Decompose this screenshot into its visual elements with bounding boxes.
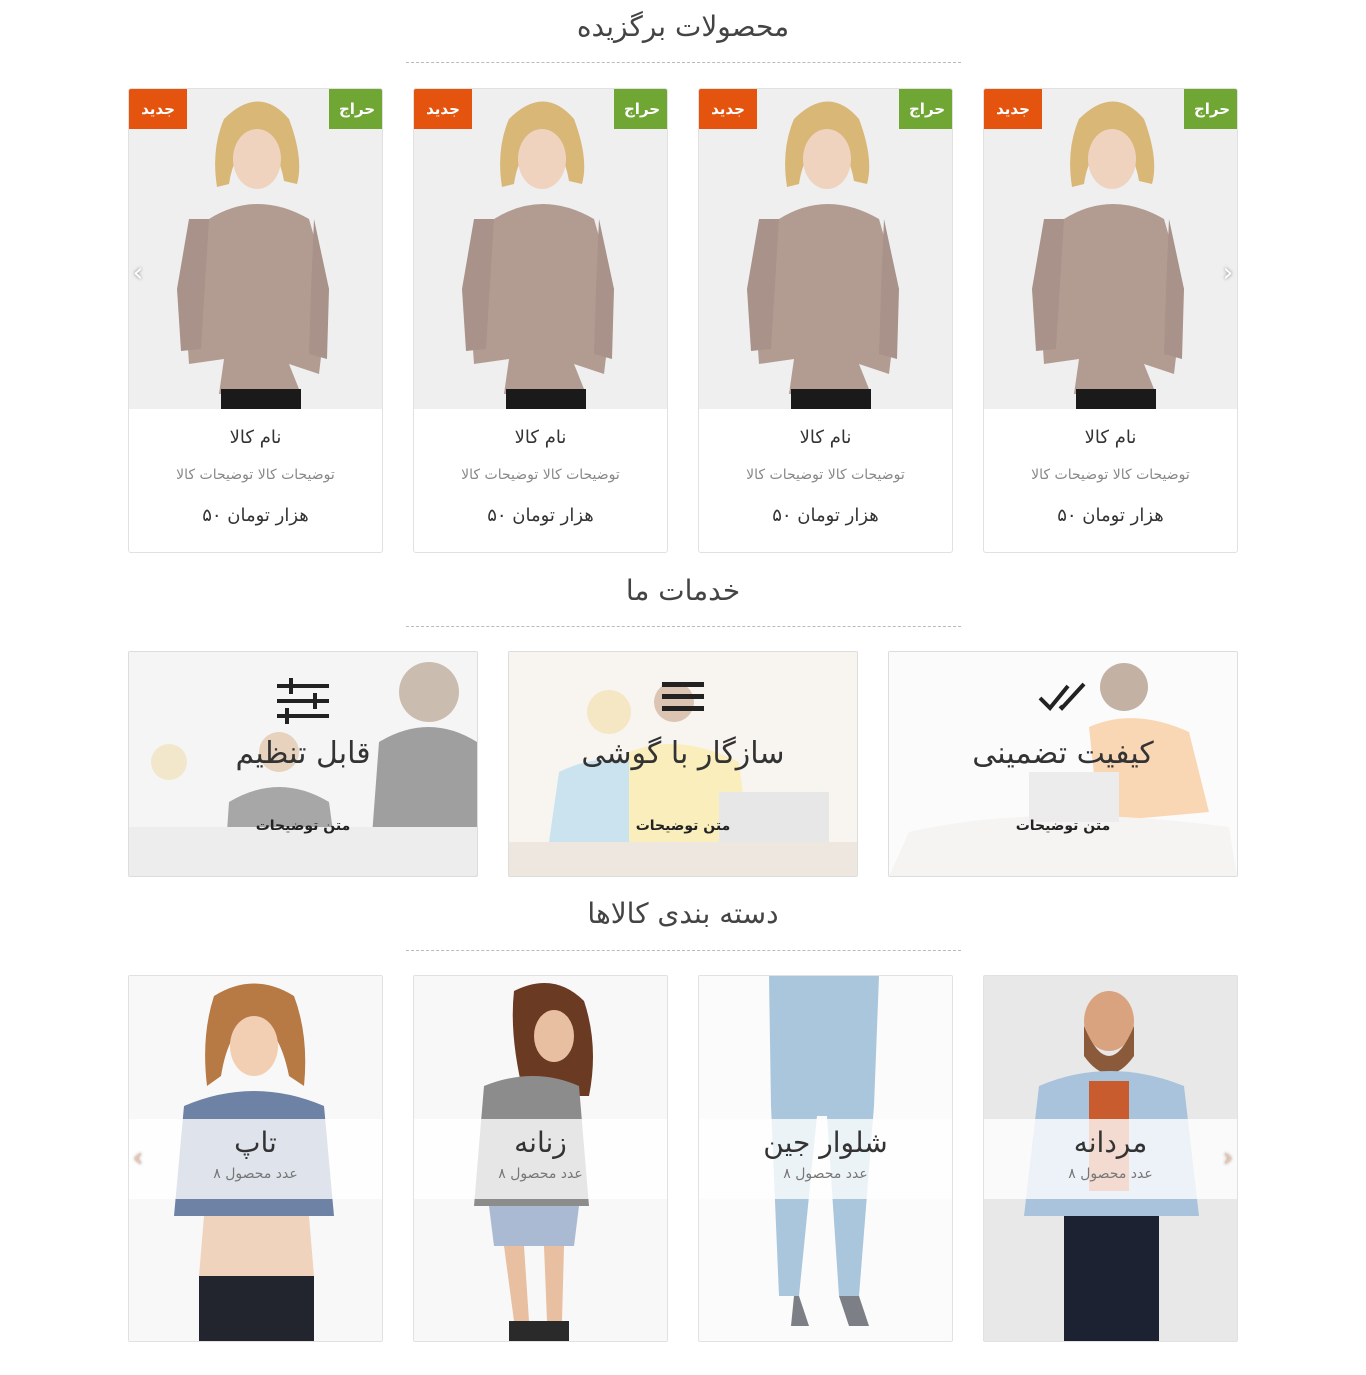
product-name[interactable]: نام کالا bbox=[414, 427, 667, 448]
services-title-divider bbox=[406, 626, 961, 627]
service-card[interactable]: سازگار با گوشی متن توضیحات bbox=[508, 651, 858, 877]
category-name[interactable]: شلوار جین bbox=[699, 1126, 952, 1159]
featured-title: محصولات برگزیده bbox=[576, 10, 790, 43]
service-description: متن توضیحات bbox=[1015, 818, 1111, 834]
badge-sale: حراج bbox=[899, 89, 952, 129]
product-image[interactable] bbox=[414, 89, 667, 409]
badge-new: جدید bbox=[984, 89, 1042, 129]
product-image[interactable] bbox=[129, 89, 382, 409]
badge-new: جدید bbox=[129, 89, 187, 129]
service-title: کیفیت تضمینی bbox=[972, 736, 1154, 771]
menu-lines-icon bbox=[662, 682, 704, 711]
product-card[interactable]: جدید حراج نام کالا توضیحات کالا توضیحات … bbox=[128, 88, 383, 553]
service-card[interactable]: قابل تنظیم متن توضیحات bbox=[128, 651, 478, 877]
service-title: قابل تنظیم bbox=[235, 736, 371, 771]
product-card[interactable]: جدید حراج نام کالا توضیحات کالا توضیحات … bbox=[413, 88, 668, 553]
categories-title-divider bbox=[406, 950, 961, 951]
category-card[interactable]: زنانه ۸ عدد محصول bbox=[413, 975, 668, 1342]
category-card[interactable]: تاپ ۸ عدد محصول bbox=[128, 975, 383, 1342]
product-price: ۵۰ هزار تومان bbox=[487, 505, 594, 526]
category-count: ۸ عدد محصول bbox=[498, 1166, 583, 1182]
product-price: ۵۰ هزار تومان bbox=[772, 505, 879, 526]
product-card[interactable]: جدید حراج نام کالا توضیحات کالا توضیحات … bbox=[983, 88, 1238, 553]
double-check-icon bbox=[1038, 682, 1086, 711]
product-description: توضیحات کالا توضیحات کالا bbox=[176, 467, 335, 483]
services-title: خدمات ما bbox=[625, 574, 741, 607]
featured-title-divider bbox=[406, 62, 961, 63]
category-name[interactable]: تاپ bbox=[129, 1126, 382, 1159]
category-name[interactable]: زنانه bbox=[414, 1126, 667, 1159]
service-card[interactable]: کیفیت تضمینی متن توضیحات bbox=[888, 651, 1238, 877]
product-description: توضیحات کالا توضیحات کالا bbox=[746, 467, 905, 483]
product-price: ۵۰ هزار تومان bbox=[202, 505, 309, 526]
service-description: متن توضیحات bbox=[635, 818, 731, 834]
category-next-icon[interactable]: › bbox=[1218, 1143, 1238, 1173]
category-card[interactable]: شلوار جین ۸ عدد محصول bbox=[698, 975, 953, 1342]
category-count: ۸ عدد محصول bbox=[1068, 1166, 1153, 1182]
badge-new: جدید bbox=[414, 89, 472, 129]
product-image[interactable] bbox=[699, 89, 952, 409]
category-card[interactable]: مردانه ۸ عدد محصول bbox=[983, 975, 1238, 1342]
badge-sale: حراج bbox=[1184, 89, 1237, 129]
service-description: متن توضیحات bbox=[255, 818, 351, 834]
category-count: ۸ عدد محصول bbox=[213, 1166, 298, 1182]
categories-title: دسته بندی کالاها bbox=[587, 897, 779, 930]
product-description: توضیحات کالا توضیحات کالا bbox=[1031, 467, 1190, 483]
product-image[interactable] bbox=[984, 89, 1237, 409]
carousel-next-icon[interactable]: › bbox=[1218, 258, 1238, 288]
category-prev-icon[interactable]: ‹ bbox=[128, 1143, 148, 1173]
product-price: ۵۰ هزار تومان bbox=[1057, 505, 1164, 526]
product-name[interactable]: نام کالا bbox=[129, 427, 382, 448]
sliders-icon bbox=[277, 678, 329, 724]
badge-new: جدید bbox=[699, 89, 757, 129]
badge-sale: حراج bbox=[614, 89, 667, 129]
product-card[interactable]: جدید حراج نام کالا توضیحات کالا توضیحات … bbox=[698, 88, 953, 553]
service-title: سازگار با گوشی bbox=[581, 736, 785, 771]
product-description: توضیحات کالا توضیحات کالا bbox=[461, 467, 620, 483]
category-name[interactable]: مردانه bbox=[984, 1126, 1237, 1159]
carousel-prev-icon[interactable]: ‹ bbox=[128, 258, 148, 288]
category-count: ۸ عدد محصول bbox=[783, 1166, 868, 1182]
badge-sale: حراج bbox=[329, 89, 382, 129]
product-name[interactable]: نام کالا bbox=[984, 427, 1237, 448]
product-name[interactable]: نام کالا bbox=[699, 427, 952, 448]
